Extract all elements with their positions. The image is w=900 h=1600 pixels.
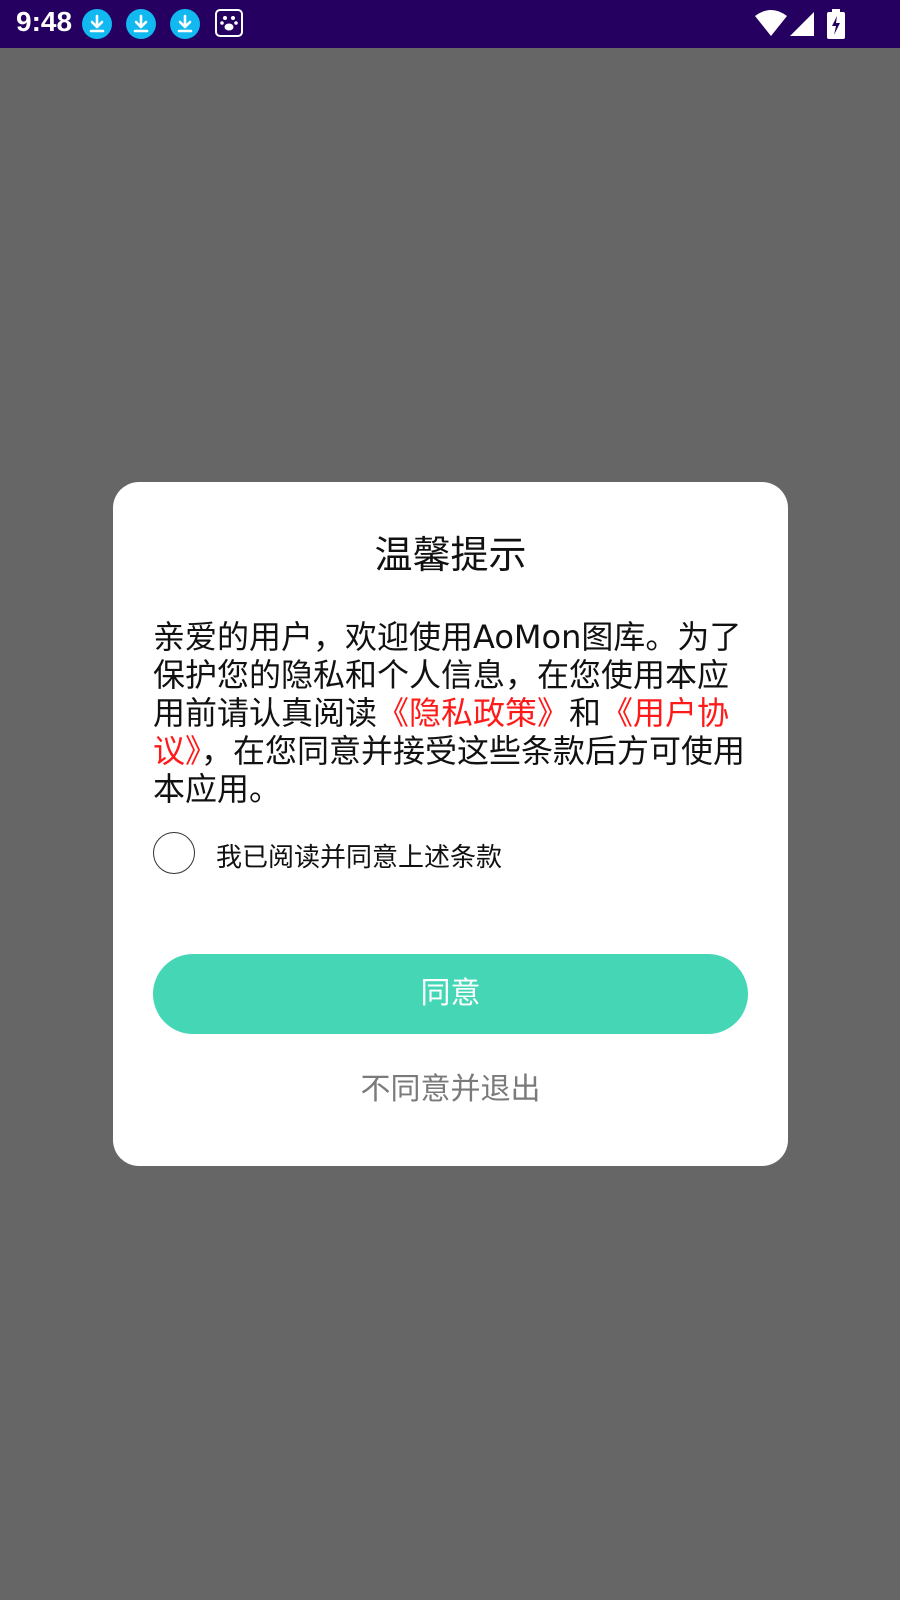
- wifi-icon: [755, 10, 787, 36]
- status-bar: 9:48: [0, 0, 900, 48]
- download-icon: [126, 9, 156, 39]
- download-icon: [82, 9, 112, 39]
- battery-charging-icon: [827, 9, 845, 39]
- status-time: 9:48: [16, 6, 73, 37]
- agree-terms-row[interactable]: 我已阅读并同意上述条款: [153, 832, 713, 876]
- agree-button[interactable]: 同意: [153, 954, 748, 1034]
- message-and: 和: [569, 694, 602, 732]
- privacy-dialog: 温馨提示 亲爱的用户，欢迎使用AoMon图库。为了保护您的隐私和个人信息，在您使…: [113, 482, 788, 1166]
- download-icon: [170, 9, 200, 39]
- message-outro: ，在您同意并接受这些条款后方可使用本应用。: [153, 732, 746, 808]
- disagree-exit-button[interactable]: 不同意并退出: [113, 1064, 788, 1108]
- screen: 9:48 温馨提示 亲爱的用户，欢迎使用AoMon图库。为了保护您的隐私和个人信…: [0, 0, 900, 1600]
- dialog-message: 亲爱的用户，欢迎使用AoMon图库。为了保护您的隐私和个人信息，在您使用本应用前…: [153, 618, 753, 808]
- privacy-policy-link[interactable]: 《隐私政策》: [377, 694, 569, 732]
- dialog-title: 温馨提示: [374, 533, 527, 577]
- signal-icon: [790, 12, 814, 36]
- baidu-paw-icon: [215, 9, 243, 37]
- agree-terms-radio[interactable]: [153, 832, 195, 874]
- agree-terms-label[interactable]: 我已阅读并同意上述条款: [216, 837, 502, 874]
